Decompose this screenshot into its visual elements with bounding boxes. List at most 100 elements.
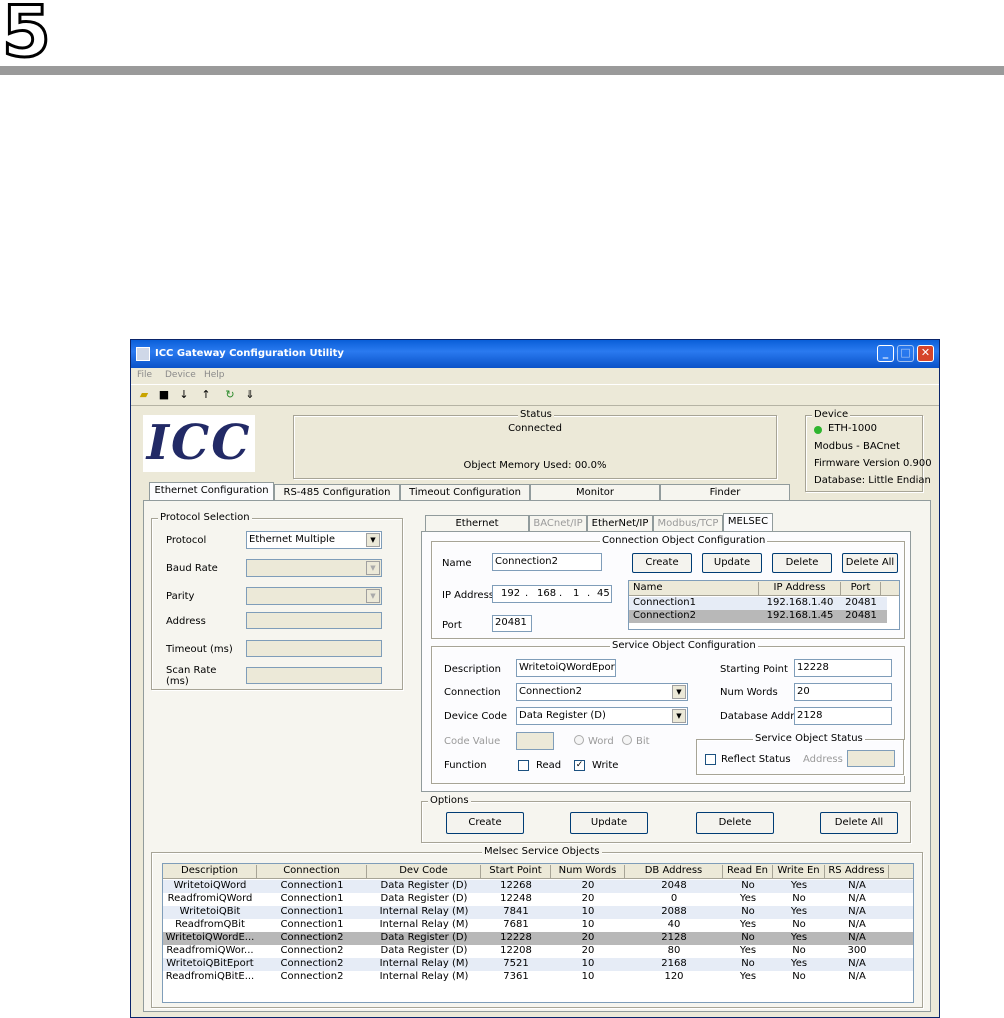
options-update-button[interactable]: Update [570,812,648,834]
parity-select[interactable]: ▼ [246,587,382,605]
column-header-rs-address[interactable]: RS Address [825,865,889,878]
port-input[interactable]: 20481 [492,615,532,632]
description-input[interactable]: WritetoiQWordEport [516,659,616,677]
menu-help[interactable]: Help [204,370,225,380]
connection-select[interactable]: Connection2 ▼ [516,683,688,701]
ip-dot: . [525,588,529,599]
column-header-read-en[interactable]: Read En [723,865,773,878]
connection-row-selected[interactable]: Connection2 192.168.1.45 20481 [629,610,887,623]
open-folder-icon[interactable]: ▰ [137,388,151,401]
close-button[interactable]: ✕ [917,345,934,362]
cell-num-words: 10 [581,906,595,917]
cell-db-address: 120 [664,971,684,982]
column-header-ip-address[interactable]: IP Address [759,582,841,595]
tab-timeout-configuration[interactable]: Timeout Configuration [400,484,530,501]
device-code-select[interactable]: Data Register (D) ▼ [516,707,688,725]
connection-list[interactable]: Name IP Address Port Connection1 192.168… [628,580,900,630]
scan-rate-input[interactable] [246,667,382,684]
table-row[interactable]: WritetoiQWord Connection1 Data Register (D… [163,880,913,893]
cell-description: ReadfromQBit [175,919,245,930]
protocol-select[interactable]: Ethernet Multiple ▼ [246,531,382,549]
cell-read-en: No [741,958,755,969]
refresh-icon[interactable]: ↻ [223,388,237,401]
num-words-input[interactable]: 20 [794,683,892,701]
table-row[interactable]: ReadfromiQWord Connection1 Data Register (… [163,893,913,906]
table-row[interactable]: ReadfromiQWor... Connection2 Data Register… [163,945,913,958]
connection-delete-button[interactable]: Delete [772,553,832,573]
options-create-button[interactable]: Create [446,812,524,834]
menu-file[interactable]: File [137,370,152,380]
column-header-description[interactable]: Description [163,865,257,878]
melsec-objects-table[interactable]: Description Connection Dev Code Start Po… [162,863,914,1003]
table-row[interactable]: ReadfromiQBitE... Connection2 Internal Rel… [163,971,913,984]
subtab-ethernet-configuration[interactable]: Ethernet Configuration [425,515,529,545]
connection-create-button[interactable]: Create [632,553,692,573]
tab-rs485-configuration[interactable]: RS-485 Configuration [274,484,400,501]
column-header-write-en[interactable]: Write En [773,865,825,878]
tab-monitor[interactable]: Monitor [530,484,660,501]
cell-db-address: 80 [667,945,681,956]
column-header-port[interactable]: Port [841,582,881,595]
connection-update-button[interactable]: Update [702,553,762,573]
read-checkbox[interactable] [518,760,529,771]
cell-read-en: No [741,880,755,891]
cell-num-words: 10 [581,971,595,982]
subtab-melsec[interactable]: MELSEC [723,513,773,532]
save-icon[interactable]: ■ [157,388,171,401]
subtab-bacnet-ip[interactable]: BACnet/IP [529,515,587,532]
column-header-db-address[interactable]: DB Address [625,865,723,878]
tab-finder[interactable]: Finder [660,484,790,501]
read-label: Read [536,760,562,771]
code-value-input[interactable] [516,732,554,750]
cell-db-address: 40 [667,919,681,930]
address-input[interactable] [246,612,382,629]
subtab-modbus-tcp[interactable]: Modbus/TCP [653,515,723,532]
ip-address-input[interactable]: 192 . 168 . 1 . 45 [492,585,612,603]
options-delete-all-button[interactable]: Delete All [820,812,898,834]
service-object-legend: Service Object Configuration [610,640,758,651]
cell-rs-address: N/A [848,958,866,969]
download-icon[interactable]: ↓ [177,388,191,401]
chevron-down-icon: ▼ [366,589,380,603]
table-row-selected[interactable]: WritetoiQWordE... Connection2 Data Registe… [163,932,913,945]
starting-point-input[interactable]: 12228 [794,659,892,677]
cell-start-point: 12228 [500,932,532,943]
melsec-service-objects-panel: Melsec Service Objects Description Conne… [151,846,923,1008]
table-row[interactable]: ReadfromQBit Connection1 Internal Relay (M… [163,919,913,932]
subtab-ethernet-ip[interactable]: EtherNet/IP [587,515,653,532]
timeout-input[interactable] [246,640,382,657]
bit-radio[interactable] [622,735,632,745]
cell-num-words: 20 [581,880,595,891]
upload-icon[interactable]: ↑ [199,388,213,401]
cell-write-en: Yes [790,906,808,917]
connection-object-legend: Connection Object Configuration [600,535,768,546]
baud-rate-select[interactable]: ▼ [246,559,382,577]
cell-rs-address: N/A [848,971,866,982]
column-header-start-point[interactable]: Start Point [481,865,551,878]
maximize-button[interactable]: □ [897,345,914,362]
table-row[interactable]: WritetoiQBit Connection1 Internal Relay (M… [163,906,913,919]
status-address-input[interactable] [847,750,895,767]
menu-device[interactable]: Device [165,370,196,380]
options-delete-button[interactable]: Delete [696,812,774,834]
connection-delete-all-button[interactable]: Delete All [842,553,898,573]
cell-start-point: 12208 [500,945,532,956]
tab-ethernet-configuration[interactable]: Ethernet Configuration [149,482,274,501]
status-panel: Status Connected Object Memory Used: 00.… [293,409,777,479]
column-header-num-words[interactable]: Num Words [551,865,625,878]
reflect-status-checkbox[interactable] [705,754,716,765]
connection-name-input[interactable]: Connection2 [492,553,602,571]
cell-write-en: Yes [790,880,808,891]
word-radio[interactable] [574,735,584,745]
column-header-connection[interactable]: Connection [257,865,367,878]
column-header-dev-code[interactable]: Dev Code [367,865,481,878]
flash-icon[interactable]: ⇓ [243,388,257,401]
minimize-button[interactable]: _ [877,345,894,362]
database-addr-input[interactable]: 2128 [794,707,892,725]
cell-start-point: 7361 [503,971,529,982]
column-header-name[interactable]: Name [629,582,759,595]
title-bar[interactable]: ICC Gateway Configuration Utility _ □ ✕ [131,340,939,368]
write-checkbox[interactable]: ✓ [574,760,585,771]
connection-row[interactable]: Connection1 192.168.1.40 20481 [629,597,887,610]
table-row[interactable]: WritetoiQBitEport Connection2 Internal Rel… [163,958,913,971]
